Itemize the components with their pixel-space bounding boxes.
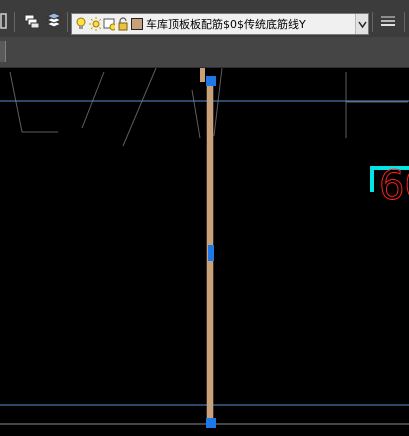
lock-icon[interactable] bbox=[117, 17, 129, 31]
toolbar-edge-icon[interactable] bbox=[0, 12, 8, 30]
layer-properties-icon[interactable] bbox=[45, 12, 63, 30]
lineweight-icon[interactable] bbox=[378, 12, 398, 30]
secondary-toolbar bbox=[0, 37, 409, 68]
grip-mid[interactable] bbox=[208, 245, 214, 261]
toolbar-separator bbox=[14, 12, 15, 32]
grip-bottom[interactable] bbox=[206, 418, 216, 428]
grip-top[interactable] bbox=[206, 76, 216, 86]
rebar-annotation-text: 60 bbox=[379, 163, 409, 209]
toolbar-separator bbox=[404, 12, 405, 32]
toolbar-separator bbox=[67, 12, 68, 32]
background-line bbox=[81, 71, 105, 129]
background-line bbox=[122, 68, 157, 147]
toolbar-grip[interactable] bbox=[0, 41, 6, 62]
freeze-viewport-icon[interactable] bbox=[103, 17, 115, 31]
current-layer-name: 车库顶板板配筋$0$传统底筋线Y bbox=[146, 18, 306, 31]
sun-icon[interactable] bbox=[89, 17, 101, 31]
rebar-stub bbox=[200, 68, 205, 82]
background-line bbox=[9, 71, 23, 133]
color-swatch-icon[interactable] bbox=[131, 17, 143, 31]
layers-toolbar: 车库顶板板配筋$0$传统底筋线Y bbox=[0, 0, 409, 38]
bulb-icon[interactable] bbox=[75, 17, 87, 31]
dropdown-arrow-icon[interactable] bbox=[355, 14, 368, 34]
drawing-canvas[interactable]: 60 bbox=[0, 68, 409, 436]
background-line bbox=[191, 89, 201, 139]
toolbar-separator bbox=[372, 12, 373, 32]
layer-states-icon[interactable] bbox=[23, 12, 41, 30]
layer-dropdown[interactable]: 车库顶板板配筋$0$传统底筋线Y bbox=[71, 13, 369, 35]
